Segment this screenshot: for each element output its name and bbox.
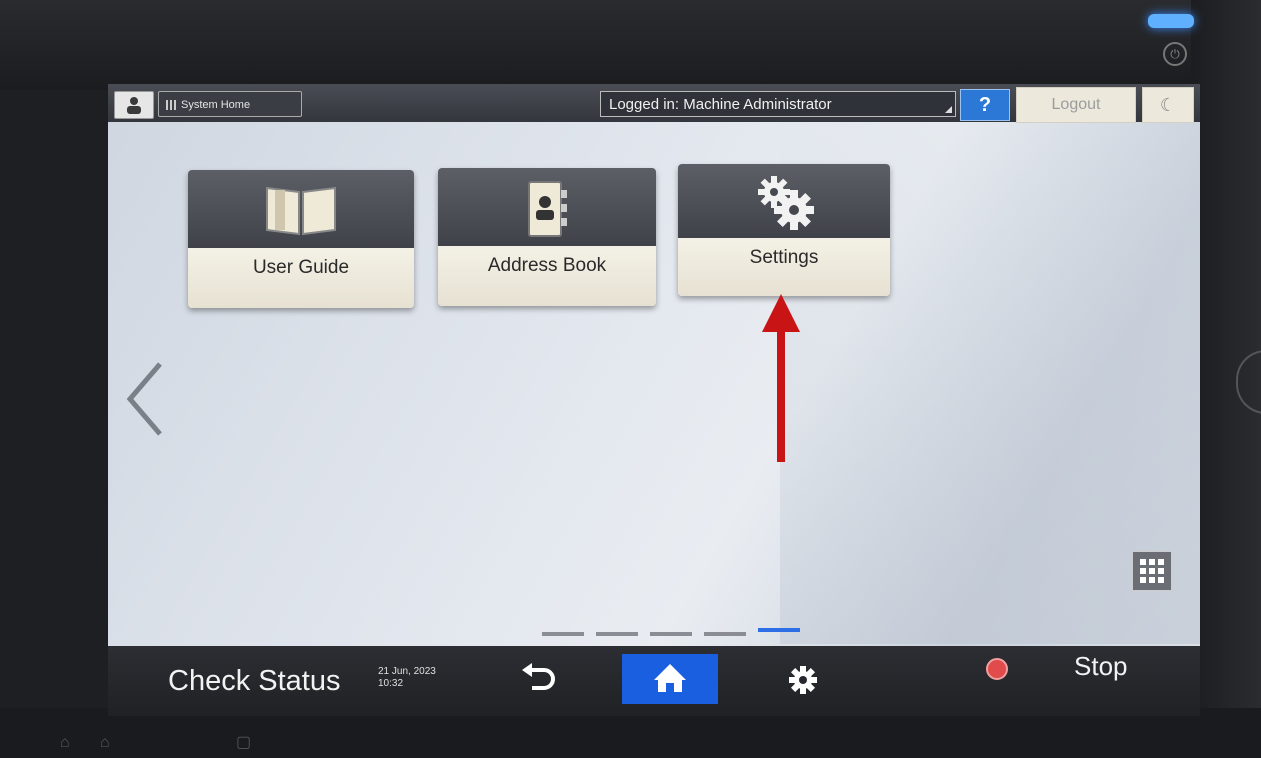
check-status-button[interactable]: Check Status bbox=[168, 656, 340, 706]
top-bar: System Home Logged in: Machine Administr… bbox=[108, 84, 1200, 123]
tile-settings[interactable]: Settings bbox=[678, 164, 890, 296]
login-status-label: Logged in: Machine Administrator bbox=[609, 96, 832, 113]
page-indicator-1[interactable] bbox=[542, 632, 584, 636]
tile-user-guide[interactable]: User Guide bbox=[188, 170, 414, 308]
stop-icon[interactable] bbox=[986, 658, 1008, 680]
user-button[interactable] bbox=[114, 91, 154, 119]
chevron-left-icon bbox=[126, 362, 162, 436]
settings-button[interactable] bbox=[778, 658, 828, 702]
system-home-button[interactable]: System Home bbox=[158, 91, 302, 117]
previous-page-button[interactable] bbox=[120, 354, 170, 444]
book-icon bbox=[266, 186, 336, 236]
gears-icon bbox=[758, 176, 814, 230]
back-button[interactable] bbox=[512, 660, 562, 700]
expand-corner-icon bbox=[945, 106, 952, 113]
hardware-home-icon[interactable]: ⌂ bbox=[100, 734, 110, 752]
time-label: 10:32 bbox=[378, 678, 404, 689]
annotation-arrow-head bbox=[762, 294, 800, 332]
hardware-lock-icon[interactable]: ⌂ bbox=[60, 734, 70, 752]
user-icon bbox=[127, 97, 141, 114]
home-grid-icon bbox=[166, 100, 176, 110]
date-label: 21 Jun, 2023 bbox=[378, 666, 436, 677]
login-status[interactable]: Logged in: Machine Administrator bbox=[600, 91, 956, 117]
annotation-arrow-shaft bbox=[777, 328, 785, 462]
page-indicator-4[interactable] bbox=[704, 632, 746, 636]
home-button[interactable] bbox=[622, 654, 718, 704]
tile-address-book[interactable]: Address Book bbox=[438, 168, 656, 306]
help-button[interactable]: ? bbox=[960, 89, 1010, 121]
date-time: 21 Jun, 2023 10:32 bbox=[378, 666, 436, 690]
device-bezel-top bbox=[0, 0, 1261, 90]
tile-label: Settings bbox=[749, 247, 819, 268]
back-arrow-icon bbox=[522, 663, 555, 690]
page-indicator-5[interactable] bbox=[758, 628, 800, 632]
stop-button[interactable]: Stop bbox=[1074, 646, 1128, 686]
logout-button[interactable]: Logout bbox=[1016, 87, 1136, 123]
hardware-key-icon[interactable]: ▢ bbox=[236, 732, 251, 752]
moon-icon: ☾ bbox=[1159, 95, 1177, 115]
status-led bbox=[1148, 14, 1194, 28]
address-book-icon bbox=[528, 181, 567, 237]
app-list-button[interactable] bbox=[1132, 551, 1172, 591]
power-icon[interactable]: ⏻ bbox=[1163, 42, 1187, 66]
gear-icon bbox=[789, 666, 817, 694]
energy-saver-button[interactable]: ☾ bbox=[1142, 87, 1194, 123]
home-icon bbox=[654, 664, 686, 692]
touch-screen: System Home Logged in: Machine Administr… bbox=[108, 84, 1200, 716]
system-home-label: System Home bbox=[181, 99, 251, 111]
bottom-bar: Check Status 21 Jun, 2023 10:32 Stop bbox=[108, 646, 1200, 716]
tile-label: Address Book bbox=[487, 255, 607, 276]
tile-label: User Guide bbox=[252, 257, 350, 278]
page-indicator-3[interactable] bbox=[650, 632, 692, 636]
page-indicator-2[interactable] bbox=[596, 632, 638, 636]
